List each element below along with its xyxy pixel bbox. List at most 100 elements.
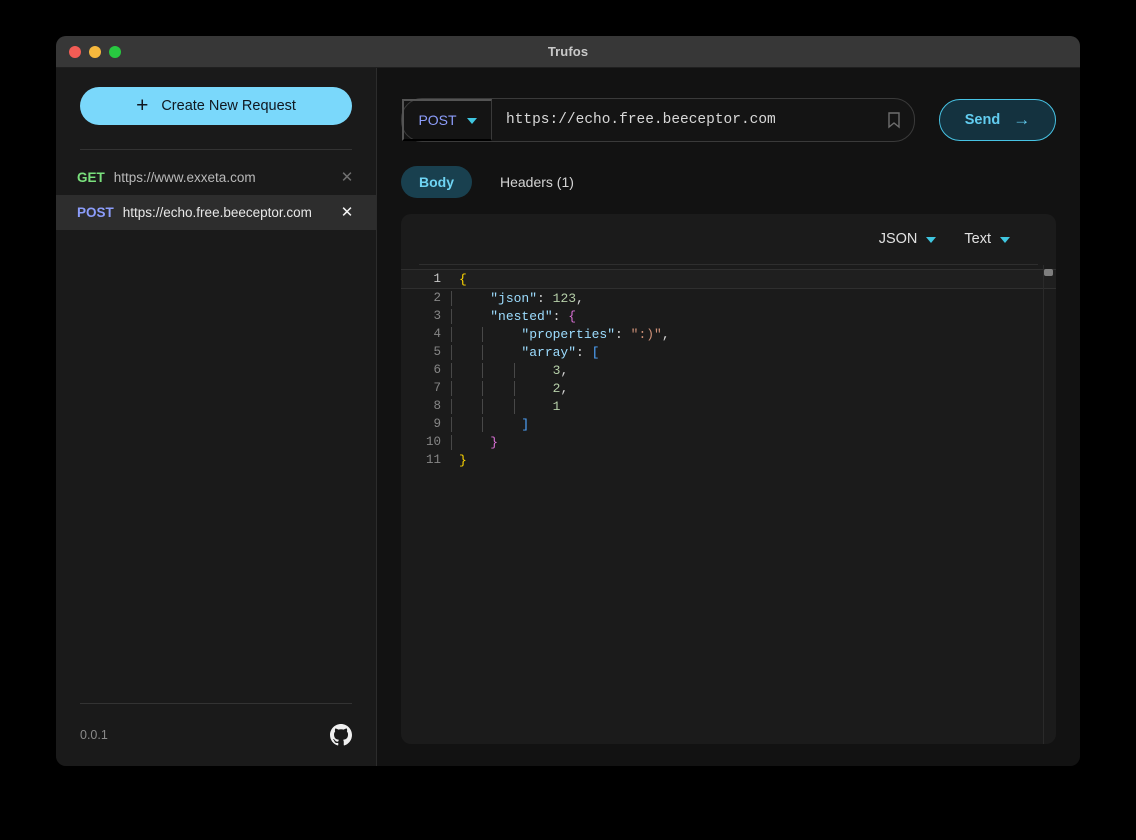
app-window: Trufos + Create New Request GET https://w… — [56, 36, 1080, 766]
code-token: } — [459, 452, 467, 468]
code-line: 2 "json": 123, — [401, 289, 1056, 307]
code-token: { — [568, 308, 577, 324]
url-input[interactable] — [492, 99, 874, 141]
code-token: { — [459, 271, 467, 287]
code-line-text: 1 — [451, 398, 1056, 414]
close-window-button[interactable] — [69, 45, 81, 58]
code-line: 5 "array": [ — [401, 343, 1056, 361]
create-new-request-label: Create New Request — [161, 98, 296, 114]
create-new-request-button[interactable]: + Create New Request — [80, 87, 352, 125]
bookmark-icon — [888, 112, 900, 129]
indent-guide — [482, 362, 484, 378]
indent-guide — [451, 344, 452, 360]
line-number: 11 — [425, 453, 441, 467]
indent-guide — [482, 326, 484, 342]
line-number: 10 — [425, 435, 441, 449]
body-split: + Create New Request GET https://www.exxe… — [56, 68, 1080, 766]
editor-panel: JSON Text 1{2 "json": 123, 3 "nested": {4… — [401, 214, 1056, 744]
indent-guide — [451, 398, 452, 414]
plus-icon: + — [136, 93, 149, 117]
indent-guide — [451, 308, 452, 324]
http-method-label: POST — [418, 112, 457, 128]
line-number: 6 — [433, 363, 441, 377]
url-bar: POST — [401, 98, 915, 142]
send-button-label: Send — [964, 112, 1001, 128]
github-icon[interactable] — [330, 724, 352, 746]
line-number: 1 — [433, 272, 441, 286]
http-method-select[interactable]: POST — [402, 99, 492, 141]
line-number: 2 — [433, 291, 441, 305]
indent-guide — [513, 362, 515, 378]
indent-guide — [482, 380, 484, 396]
code-token: "nested" — [490, 308, 553, 324]
code-token: , — [661, 326, 670, 342]
code-token: } — [490, 434, 499, 450]
body-format-select[interactable]: JSON — [873, 230, 943, 248]
version-label: 0.0.1 — [80, 728, 108, 742]
body-mode-select[interactable]: Text — [958, 230, 1016, 248]
traffic-lights — [56, 45, 121, 58]
request-url-label: https://www.exxeta.com — [113, 170, 256, 185]
line-number: 7 — [433, 381, 441, 395]
minimize-window-button[interactable] — [89, 45, 101, 58]
close-icon[interactable]: ✕ — [339, 205, 355, 221]
indent-guide — [451, 362, 452, 378]
title-bar: Trufos — [56, 36, 1080, 68]
editor-scrollbar-thumb[interactable] — [1044, 269, 1053, 276]
code-line-text: 2, — [451, 380, 1056, 396]
code-line: 8 1 — [401, 397, 1056, 415]
code-line: 3 "nested": { — [401, 307, 1056, 325]
tab-headers-1[interactable]: Headers (1) — [482, 166, 592, 198]
indent-guide — [513, 380, 515, 396]
code-line: 11} — [401, 451, 1056, 469]
code-line-text: "json": 123, — [451, 290, 1056, 306]
line-number: 9 — [433, 417, 441, 431]
request-url-label: https://echo.free.beeceptor.com — [122, 205, 312, 220]
body-format-label: JSON — [878, 231, 918, 247]
code-token: : — [552, 308, 569, 324]
code-token: "array" — [521, 344, 577, 360]
code-token: "properties" — [521, 326, 616, 342]
request-list-item[interactable]: POST https://echo.free.beeceptor.com ✕ — [56, 195, 376, 230]
code-token: : — [615, 326, 631, 342]
code-token: , — [560, 362, 569, 378]
code-line-text: 3, — [451, 362, 1056, 378]
maximize-window-button[interactable] — [109, 45, 121, 58]
chevron-down-icon — [466, 118, 477, 124]
json-body-editor[interactable]: 1{2 "json": 123, 3 "nested": {4 "properti… — [401, 265, 1056, 744]
code-token: [ — [591, 344, 600, 360]
code-line: 4 "properties": ":)", — [401, 325, 1056, 343]
code-line-text: } — [451, 453, 1056, 468]
sidebar: + Create New Request GET https://www.exxe… — [56, 68, 377, 766]
code-token: 123 — [552, 290, 577, 306]
code-token: 1 — [552, 398, 561, 414]
send-button[interactable]: Send → — [939, 99, 1056, 141]
editor-scroll-track — [1043, 265, 1044, 744]
request-bar: POST Send → — [401, 98, 1056, 142]
chevron-down-icon — [1000, 237, 1010, 243]
code-token: ":)" — [630, 326, 662, 342]
code-line-text: "properties": ":)", — [451, 326, 1056, 342]
close-icon[interactable]: ✕ — [339, 170, 355, 186]
indent-guide — [451, 434, 452, 450]
arrow-right-icon: → — [1013, 109, 1031, 129]
chevron-down-icon — [926, 237, 937, 243]
code-token: : — [576, 344, 592, 360]
tab-body[interactable]: Body — [401, 166, 472, 198]
indent-guide — [451, 326, 452, 342]
line-number: 4 — [433, 327, 441, 341]
save-request-button[interactable] — [874, 99, 914, 141]
code-line-text: "nested": { — [451, 308, 1056, 324]
line-number: 3 — [433, 309, 441, 323]
indent-guide — [451, 416, 452, 432]
request-method-label: GET — [77, 170, 105, 185]
request-list-item[interactable]: GET https://www.exxeta.com ✕ — [56, 160, 376, 195]
line-number: 8 — [433, 399, 441, 413]
code-line: 9 ] — [401, 415, 1056, 433]
